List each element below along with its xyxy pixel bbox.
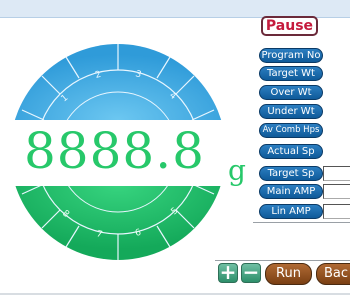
lin-amp-field[interactable] xyxy=(323,204,350,219)
run-button[interactable]: Run xyxy=(265,263,312,285)
main-amp-field[interactable] xyxy=(323,184,350,199)
weight-readout: 8888.8 xyxy=(24,122,205,180)
target-sp-field[interactable] xyxy=(323,166,350,181)
program-no-button[interactable]: Program No xyxy=(259,48,323,63)
weight-unit: g xyxy=(228,154,246,187)
plus-button[interactable]: + xyxy=(218,262,238,283)
actual-sp-button[interactable]: Actual Sp xyxy=(259,144,323,159)
pause-button[interactable]: Pause xyxy=(261,16,318,36)
lin-amp-button[interactable]: Lin AMP xyxy=(259,204,323,219)
target-wt-button[interactable]: Target Wt xyxy=(259,66,323,81)
minus-button[interactable]: − xyxy=(241,262,261,283)
divider-line xyxy=(253,222,350,223)
main-amp-button[interactable]: Main AMP xyxy=(259,184,323,199)
av-comb-hps-button[interactable]: Av Comb Hps xyxy=(259,123,323,138)
under-wt-button[interactable]: Under Wt xyxy=(259,104,323,119)
over-wt-button[interactable]: Over Wt xyxy=(259,85,323,100)
target-sp-button[interactable]: Target Sp xyxy=(259,166,323,181)
back-button[interactable]: Bac xyxy=(316,263,350,285)
bottom-bar xyxy=(0,293,350,295)
